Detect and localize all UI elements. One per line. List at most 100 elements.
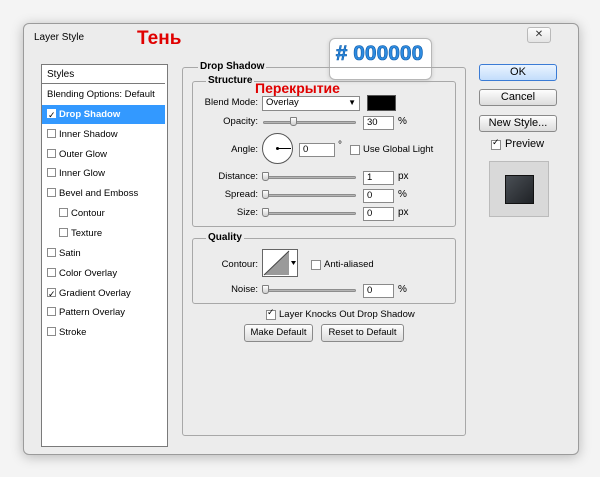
size-label: Size: [236, 207, 258, 218]
annotation-shadow: Тень [137, 28, 182, 49]
spread-input[interactable]: 0 [363, 189, 394, 203]
style-item-checkbox[interactable] [59, 208, 68, 218]
style-item-label: Color Overlay [59, 267, 118, 279]
style-item-checkbox[interactable] [47, 267, 56, 277]
style-item-label: Contour [71, 208, 105, 220]
style-item-label: Texture [71, 227, 103, 239]
preview-swatch [505, 175, 534, 204]
opacity-unit: % [398, 116, 407, 127]
style-item-label: Outer Glow [59, 148, 108, 160]
styles-header[interactable]: Styles [42, 65, 165, 84]
style-item-inner-shadow[interactable]: Inner Shadow [42, 125, 165, 144]
style-item-label: Satin [59, 247, 81, 259]
spread-slider-thumb[interactable] [262, 190, 269, 199]
style-item-texture[interactable]: Texture [42, 224, 165, 243]
window-title: Layer Style [34, 32, 85, 43]
style-item-stroke[interactable]: Stroke [42, 323, 165, 342]
style-item-label: Gradient Overlay [59, 287, 131, 299]
size-slider-track[interactable] [263, 212, 356, 215]
contour-picker[interactable] [262, 249, 298, 277]
chevron-down-icon: ▼ [348, 98, 356, 107]
opacity-slider-track[interactable] [263, 121, 356, 124]
make-default-button[interactable]: Make Default [244, 324, 313, 342]
drop-shadow-title: Drop Shadow [198, 61, 267, 72]
close-button[interactable]: ✕ [527, 27, 551, 43]
blend-mode-select[interactable]: Overlay ▼ [262, 96, 360, 111]
style-item-checkbox[interactable] [59, 227, 68, 237]
style-item-gradient-overlay[interactable]: Gradient Overlay [42, 284, 165, 304]
style-item-label: Stroke [59, 327, 87, 339]
style-item-checkbox[interactable] [47, 148, 56, 158]
close-icon: ✕ [534, 29, 544, 40]
noise-label: Noise: [231, 284, 258, 295]
noise-slider-track[interactable] [263, 289, 356, 292]
style-item-label: Blending Options: Default [47, 89, 155, 100]
size-unit: px [398, 207, 409, 218]
spread-unit: % [398, 189, 407, 200]
use-global-light-label: Use Global Light [363, 144, 434, 155]
style-item-label: Pattern Overlay [59, 307, 125, 319]
new-style-button[interactable]: New Style... [479, 115, 557, 132]
noise-input[interactable]: 0 [363, 284, 394, 298]
distance-input[interactable]: 1 [363, 171, 394, 185]
angle-center [276, 147, 279, 150]
spread-slider-track[interactable] [263, 194, 356, 197]
distance-slider-track[interactable] [263, 176, 356, 179]
ok-button[interactable]: OK [479, 64, 557, 81]
distance-label: Distance: [218, 171, 258, 182]
noise-unit: % [398, 284, 407, 295]
opacity-input[interactable]: 30 [363, 116, 394, 130]
style-item-checkbox[interactable] [47, 128, 56, 138]
shadow-color-swatch[interactable] [367, 95, 396, 111]
cancel-button[interactable]: Cancel [479, 89, 557, 106]
angle-dial[interactable] [262, 133, 293, 164]
style-item-checkbox[interactable] [47, 168, 56, 178]
opacity-slider-thumb[interactable] [290, 117, 297, 126]
size-input[interactable]: 0 [363, 207, 394, 221]
style-item-bevel-and-emboss[interactable]: Bevel and Emboss [42, 184, 165, 203]
preview-thumbnail [489, 161, 549, 217]
style-item-checkbox[interactable] [47, 307, 56, 317]
distance-unit: px [398, 171, 409, 182]
style-item-label: Inner Glow [59, 168, 105, 180]
preview-label: Preview [505, 138, 545, 150]
reset-to-default-button[interactable]: Reset to Default [321, 324, 404, 342]
style-item-checkbox[interactable] [47, 188, 56, 198]
style-item-checkbox[interactable] [47, 327, 56, 337]
style-item-drop-shadow[interactable]: Drop Shadow [42, 104, 165, 125]
opacity-label: Opacity: [223, 116, 258, 127]
style-item-pattern-overlay[interactable]: Pattern Overlay [42, 303, 165, 322]
anti-aliased-checkbox[interactable] [311, 260, 321, 270]
layer-knocks-out-label: Layer Knocks Out Drop Shadow [279, 309, 415, 320]
degree-symbol: ° [338, 140, 342, 151]
preview-checkbox[interactable] [491, 137, 501, 150]
spread-label: Spread: [224, 189, 258, 200]
style-item-checkbox[interactable] [47, 247, 56, 257]
noise-slider-thumb[interactable] [262, 285, 269, 294]
style-item-checkbox[interactable] [47, 106, 56, 125]
use-global-light-checkbox[interactable] [350, 145, 360, 155]
style-item-checkbox[interactable] [47, 285, 56, 304]
anti-aliased-label: Anti-aliased [324, 259, 374, 270]
blend-mode-value: Overlay [266, 97, 299, 108]
distance-slider-thumb[interactable] [262, 172, 269, 181]
contour-curve-icon [263, 250, 296, 276]
style-item-satin[interactable]: Satin [42, 244, 165, 263]
style-item-outer-glow[interactable]: Outer Glow [42, 145, 165, 164]
style-item-label: Bevel and Emboss [59, 188, 139, 200]
blend-mode-label: Blend Mode: [204, 97, 258, 108]
angle-input[interactable]: 0 [299, 143, 335, 157]
size-slider-thumb[interactable] [262, 208, 269, 217]
layer-knocks-out-checkbox[interactable] [266, 307, 276, 320]
style-item-color-overlay[interactable]: Color Overlay [42, 264, 165, 283]
style-item-label: Drop Shadow [59, 108, 121, 120]
style-item-contour[interactable]: Contour [42, 204, 165, 223]
structure-title: Structure [206, 75, 255, 86]
contour-label: Contour: [221, 259, 258, 270]
style-item-label: Inner Shadow [59, 128, 118, 140]
style-item-blending-options-default[interactable]: Blending Options: Default [42, 85, 165, 104]
angle-label: Angle: [231, 144, 258, 155]
style-item-inner-glow[interactable]: Inner Glow [42, 164, 165, 183]
angle-needle [277, 148, 291, 149]
quality-title: Quality [206, 232, 244, 243]
